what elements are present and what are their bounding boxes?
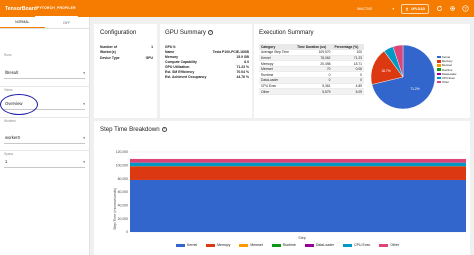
area-cpu-exec[interactable] (130, 162, 466, 167)
runs-label: Runs (4, 53, 12, 57)
step-chart-legend: Kernel Memcpy Memset Runtime DataLoader … (176, 243, 399, 247)
legend-swatch (206, 243, 216, 247)
legend-item[interactable]: Runtime (271, 243, 296, 247)
annotation-circle (0, 94, 38, 115)
plugin-status-select[interactable]: INACTIVE ▾ (357, 7, 394, 11)
top-app-bar: TensorBoard PYTORCH_PROFILER INACTIVE ▾ … (0, 0, 474, 17)
tab-diff[interactable]: DIFF (45, 17, 90, 28)
area-kernel[interactable] (130, 179, 466, 232)
chevron-down-icon: ▾ (83, 159, 85, 164)
table-row: Other 5,579 5.09 (259, 88, 364, 95)
legend-swatch (239, 243, 249, 247)
legend-swatch (379, 243, 389, 247)
spans-select-value: 1 (5, 159, 8, 164)
legend-item[interactable]: Memcpy (206, 243, 230, 247)
legend-swatch (437, 60, 441, 63)
svg-text:?: ? (464, 6, 467, 11)
legend-swatch (437, 68, 441, 71)
x-axis-label: Step (298, 236, 305, 240)
pie-label-kernel: 71.2% (410, 87, 419, 91)
legend-swatch (176, 243, 185, 247)
y-tick-label: 40,000 (118, 204, 128, 208)
y-axis-label: Step Time (microseconds) (113, 188, 117, 230)
chevron-down-icon: ▾ (83, 70, 85, 75)
workers-select-value: worker0 (5, 135, 20, 140)
legend-item[interactable]: Other (379, 243, 399, 247)
views-label: Views (4, 88, 13, 92)
legend-item[interactable]: Kernel (176, 243, 197, 247)
table-header-row: Category Time Duration (us) Percentage (… (259, 44, 364, 50)
gpu-row: Est. SM Efficiency 70.04 % (165, 70, 249, 74)
upload-button[interactable]: UPLOAD (401, 3, 429, 14)
tab-pytorch-profiler[interactable]: PYTORCH_PROFILER (35, 0, 78, 17)
chevron-down-icon: ▾ (83, 101, 85, 106)
settings-gear-icon[interactable] (448, 5, 456, 13)
legend-item[interactable]: CPU Exec (343, 243, 370, 247)
legend-swatch (437, 80, 441, 84)
help-icon[interactable]: ? (207, 30, 214, 36)
gpu-row: Compute Capability 6.0 (165, 60, 249, 64)
app-brand: TensorBoard (5, 5, 37, 12)
config-row: Worker(s) (100, 50, 116, 54)
execution-pie-chart: 71.2% 18.7% (370, 44, 436, 110)
gpu-row: Name Tesla P100-PCIE-16GB (165, 50, 249, 54)
runs-select-value: lltresult (5, 70, 19, 75)
y-tick-label: 100,000 (116, 164, 128, 168)
upload-icon (405, 6, 409, 11)
workers-select[interactable]: worker0 ▾ (4, 132, 85, 143)
pie-legend: Kernel Memcpy Memset Runtime DataLoader … (437, 55, 457, 84)
pie-label-memcpy: 18.7% (381, 69, 390, 73)
runs-underline (4, 78, 85, 79)
runs-select[interactable]: lltresult ▾ (4, 67, 85, 78)
legend-item[interactable]: Other (437, 80, 457, 84)
gpu-row: Memory 15.9 GB (165, 55, 249, 59)
workers-underline (4, 143, 85, 144)
area-memcpy[interactable] (130, 166, 466, 180)
execution-summary-table: Category Time Duration (us) Percentage (… (259, 44, 364, 95)
mode-tabs: NORMAL DIFF (0, 17, 89, 29)
y-tick-label: 20,000 (118, 217, 128, 221)
plugin-status-value: INACTIVE (357, 6, 373, 11)
config-row: Number of 1 (100, 45, 153, 49)
sidebar: NORMAL DIFF Runs lltresult ▾ Views Overv… (0, 17, 90, 255)
spans-select[interactable]: 1 ▾ (4, 156, 85, 167)
refresh-icon[interactable] (435, 5, 443, 13)
legend-swatch (437, 64, 441, 67)
legend-swatch (437, 55, 441, 59)
workers-label: Workers (4, 119, 16, 123)
spans-underline (4, 167, 85, 168)
divider (0, 150, 90, 151)
legend-swatch (437, 76, 441, 80)
configuration-title: Configuration (100, 29, 137, 36)
legend-swatch (304, 243, 314, 247)
step-time-chart: 120,000100,00080,00060,00040,00020,0000 … (113, 150, 466, 240)
chevron-down-icon: ▾ (392, 6, 395, 11)
legend-item[interactable]: Memset (239, 243, 263, 247)
gpu-row: Est. Achieved Occupancy 44.76 % (165, 75, 249, 79)
gpu-row: GPU 0: (165, 45, 177, 49)
help-icon[interactable]: ? (461, 5, 469, 13)
y-tick-label: 60,000 (118, 190, 128, 194)
y-tick-label: 120,000 (116, 150, 128, 154)
legend-swatch (437, 72, 441, 76)
config-row: Device Type GPU (100, 56, 153, 60)
gpu-row: GPU Utilization 71.23 % (165, 65, 249, 69)
gpu-summary-card: GPU Summary ? GPU 0: Name Tesla P100-PCIE… (160, 24, 252, 118)
legend-item[interactable]: DataLoader (304, 243, 334, 247)
upload-button-label: UPLOAD (411, 6, 425, 11)
y-tick-label: 0 (126, 230, 128, 234)
area-other[interactable] (130, 158, 466, 163)
divider (0, 86, 90, 87)
execution-summary-title: Execution Summary (259, 29, 314, 36)
divider (0, 117, 90, 118)
gpu-summary-title: GPU Summary ? (165, 29, 214, 36)
legend-swatch (271, 243, 281, 247)
configuration-card: Configuration Number of 1 Worker(s) Devi… (94, 24, 157, 118)
y-tick-label: 80,000 (118, 177, 128, 181)
tab-normal[interactable]: NORMAL (0, 17, 45, 28)
legend-swatch (343, 243, 353, 247)
chevron-down-icon: ▾ (83, 135, 85, 140)
